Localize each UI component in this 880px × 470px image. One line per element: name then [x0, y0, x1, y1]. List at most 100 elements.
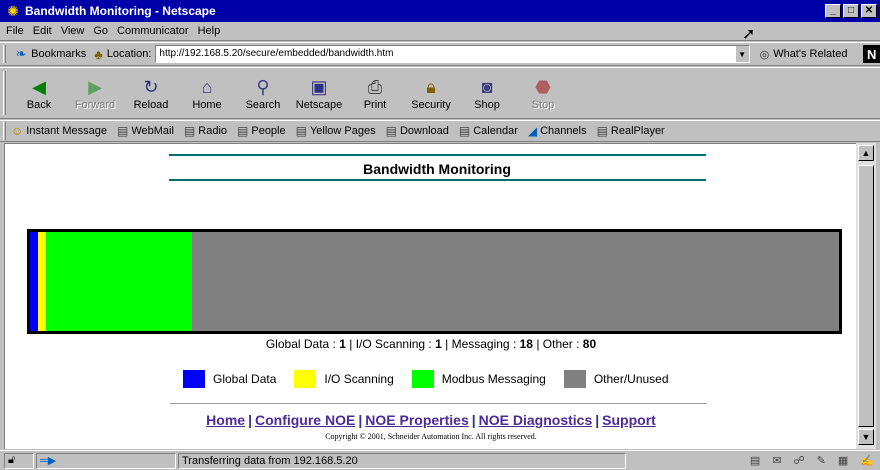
connection-status: ═▶: [36, 452, 176, 469]
summary-value: 1: [435, 337, 442, 351]
bookmark-page-icon: ▤: [596, 124, 608, 138]
instant-message-icon[interactable]: ✍: [860, 454, 874, 467]
scroll-thumb[interactable]: [858, 165, 874, 427]
legend-swatch: [411, 370, 434, 388]
groups-icon[interactable]: ☍: [794, 454, 805, 467]
close-button[interactable]: ✕: [861, 4, 877, 18]
summary-label: Other :: [542, 337, 583, 351]
shop-icon: ◙: [481, 76, 493, 97]
bandwidth-segment-modbus-messaging: [46, 232, 192, 331]
vertical-scrollbar[interactable]: ▲ ▼: [856, 143, 876, 449]
summary-value: 18: [519, 337, 533, 351]
legend-swatch: [294, 370, 317, 388]
link-noe-diagnostics[interactable]: NOE Diagnostics: [479, 412, 593, 428]
menu-help[interactable]: Help: [198, 25, 221, 37]
legend-swatch: [563, 370, 586, 388]
toolbar-grip[interactable]: [3, 122, 6, 140]
navigation-toolbar: ◀ Back ▶ Forward ↻ Reload ⌂ Home ⚲ Searc…: [0, 67, 880, 119]
bookmark-page-icon: ▤: [237, 124, 249, 138]
mail-icon[interactable]: ✉: [772, 454, 781, 467]
summary-separator: |: [441, 337, 452, 351]
link-home[interactable]: Home: [206, 412, 245, 428]
summary-label: Messaging :: [451, 337, 520, 351]
location-icon: ♣: [94, 46, 103, 62]
person-icon: ☺: [11, 124, 24, 138]
scroll-down-button[interactable]: ▼: [858, 429, 874, 445]
security-button[interactable]: 🔒︎ Security: [403, 70, 459, 116]
people-link[interactable]: ▤ People: [237, 124, 286, 138]
maximize-button[interactable]: □: [843, 4, 859, 18]
home-icon: ⌂: [201, 76, 213, 97]
netscape-button[interactable]: ▣ Netscape: [291, 70, 347, 116]
bandwidth-bar: [27, 229, 842, 334]
bookmark-page-icon: ▤: [458, 124, 471, 138]
bandwidth-summary: Global Data : 1 | I/O Scanning : 1 | Mes…: [5, 337, 856, 351]
menu-edit[interactable]: Edit: [33, 25, 52, 37]
toolbar-grip[interactable]: [3, 71, 6, 115]
scroll-up-button[interactable]: ▲: [858, 145, 874, 161]
home-button[interactable]: ⌂ Home: [179, 70, 235, 116]
search-button[interactable]: ⚲ Search: [235, 70, 291, 116]
legend-label: I/O Scanning: [324, 372, 394, 386]
search-icon: ⚲: [256, 76, 270, 97]
title-rule-bottom: [169, 179, 706, 181]
address-book-icon[interactable]: ▦: [838, 454, 848, 467]
legend-label: Other/Unused: [593, 372, 669, 386]
location-toolbar: ❧ Bookmarks ♣ Location: http://192.168.5…: [0, 42, 880, 66]
status-text-box: Transferring data from 192.168.5.20: [178, 452, 626, 469]
window-title: Bandwidth Monitoring - Netscape: [25, 4, 216, 18]
menu-go[interactable]: Go: [93, 25, 108, 37]
bookmark-page-icon: ▤: [295, 124, 307, 138]
channels-icon: ◢: [527, 124, 538, 138]
menu-communicator[interactable]: Communicator: [117, 25, 189, 37]
bookmarks-button[interactable]: Bookmarks: [31, 48, 86, 60]
webmail-link[interactable]: ▤ WebMail: [117, 124, 174, 138]
link-separator: |: [471, 412, 476, 428]
url-text: http://192.168.5.20/secure/embedded/band…: [159, 48, 394, 59]
shop-button[interactable]: ◙ Shop: [459, 70, 515, 116]
menu-file[interactable]: File: [6, 25, 24, 37]
mouse-pointer-icon: ➚: [742, 26, 756, 43]
summary-separator: |: [532, 337, 543, 351]
lock-icon: 🔒︎: [426, 76, 436, 97]
composer-icon[interactable]: ✎: [817, 454, 826, 467]
stop-icon: ⬣: [535, 76, 551, 97]
print-button[interactable]: ⎙ Print: [347, 70, 403, 116]
back-button[interactable]: ◀ Back: [11, 70, 67, 116]
reload-button[interactable]: ↻ Reload: [123, 70, 179, 116]
print-icon: ⎙: [367, 76, 383, 97]
summary-label: I/O Scanning :: [355, 337, 436, 351]
footer-divider: [170, 403, 707, 404]
radio-link[interactable]: ▤ Radio: [184, 124, 227, 138]
toolbar-grip[interactable]: [3, 45, 6, 63]
realplayer-link[interactable]: ▤ RealPlayer: [597, 124, 665, 138]
unlocked-icon: 🔓︎: [8, 454, 16, 466]
stop-button[interactable]: ⬣ Stop: [515, 70, 571, 116]
summary-label: Global Data :: [265, 337, 340, 351]
link-configure-noe[interactable]: Configure NOE: [255, 412, 355, 428]
url-input[interactable]: http://192.168.5.20/secure/embedded/band…: [155, 45, 750, 63]
footer-links: Home | Configure NOE | NOE Properties | NOE Di…: [5, 412, 856, 428]
page-title: Bandwidth Monitoring: [363, 161, 511, 177]
back-arrow-icon: ◀: [32, 76, 46, 97]
whats-related-button[interactable]: ◎ What's Related: [760, 48, 848, 61]
bookmark-page-icon: ▤: [116, 124, 129, 138]
legend-label: Modbus Messaging: [441, 372, 546, 386]
yellow-pages-link[interactable]: ▤ Yellow Pages: [296, 124, 376, 138]
instant-message-link[interactable]: ☺ Instant Message: [11, 124, 107, 138]
minimize-button[interactable]: _: [825, 4, 841, 18]
download-link[interactable]: ▤ Download: [386, 124, 449, 138]
netscape-n-logo[interactable]: N: [863, 45, 880, 63]
title-rule-top: [169, 154, 706, 156]
menu-view[interactable]: View: [61, 25, 85, 37]
link-separator: |: [358, 412, 363, 428]
link-support[interactable]: Support: [602, 412, 656, 428]
channels-link[interactable]: ◢ Channels: [528, 124, 587, 138]
navigator-icon[interactable]: ▤: [750, 454, 760, 467]
chevron-down-icon[interactable]: ▼: [734, 46, 749, 62]
forward-button[interactable]: ▶ Forward: [67, 70, 123, 116]
security-status[interactable]: 🔓︎: [4, 452, 34, 469]
copyright-text: Copyright © 2001, Schneider Automation I…: [325, 432, 537, 441]
link-noe-properties[interactable]: NOE Properties: [365, 412, 468, 428]
calendar-link[interactable]: ▤ Calendar: [459, 124, 518, 138]
